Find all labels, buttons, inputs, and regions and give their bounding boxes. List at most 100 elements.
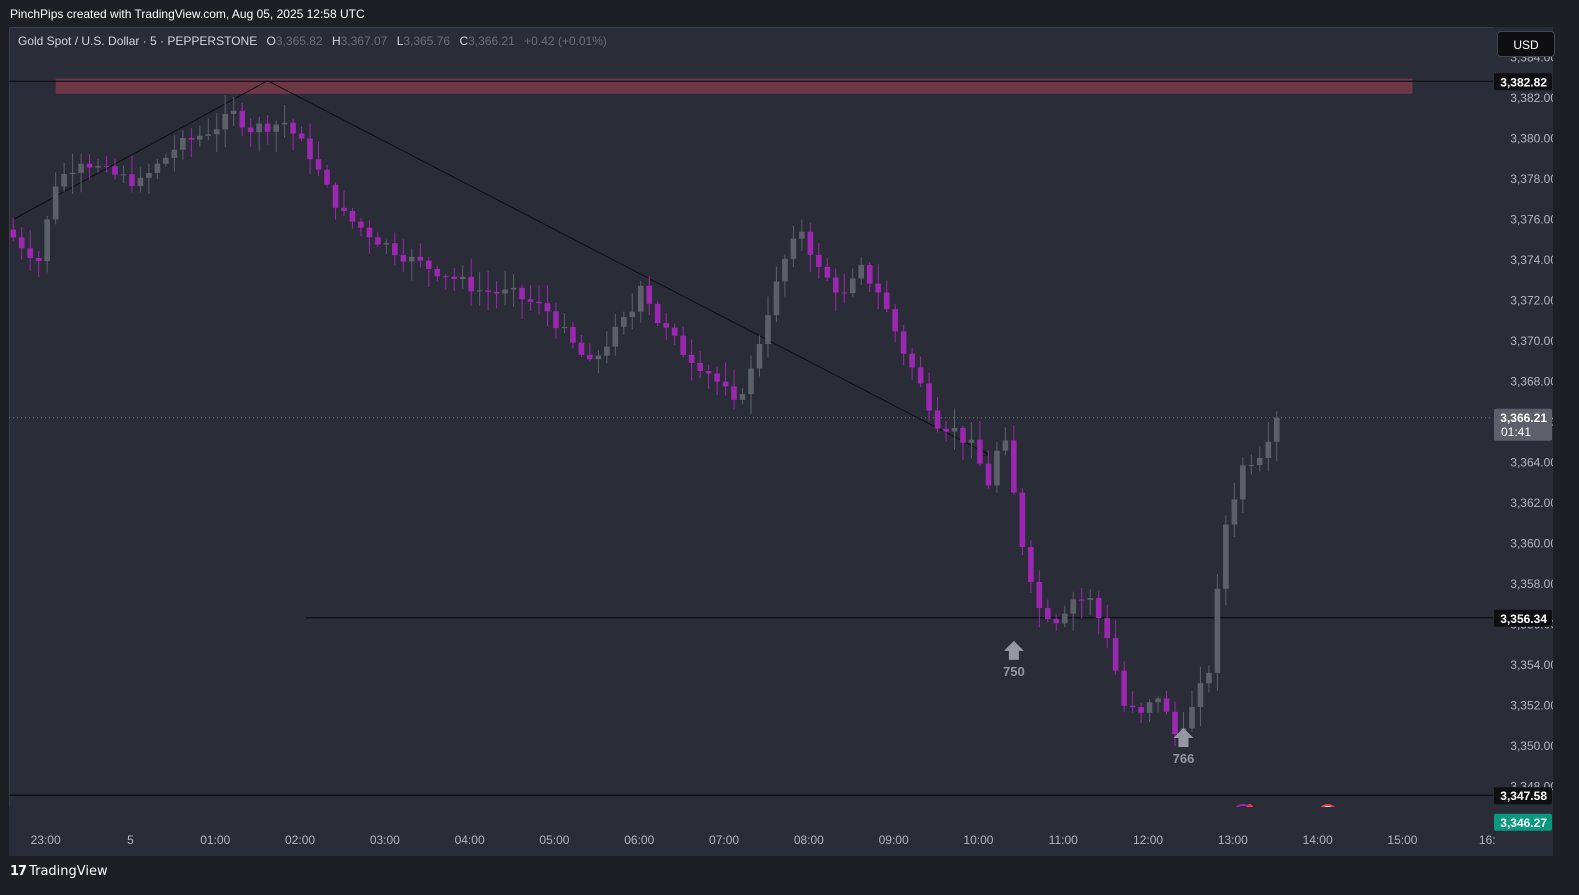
candle-body: [366, 227, 373, 238]
candle: [765, 296, 771, 358]
candle: [697, 351, 703, 379]
candle-body: [154, 163, 161, 174]
candle-body: [799, 231, 805, 239]
candle-body: [1257, 457, 1263, 466]
footer: 17 TradingView: [0, 857, 1579, 895]
candle-body: [256, 123, 262, 133]
open-key: O: [266, 34, 276, 48]
price-label-1: 3,366.21: [1500, 411, 1547, 425]
price-label-3: 3,347.58: [1500, 789, 1547, 803]
candle-body: [1036, 581, 1043, 609]
trend-line-0: [13, 80, 268, 220]
y-tick-label: 3,372.00: [1510, 294, 1553, 308]
candle-body: [1265, 441, 1272, 458]
candle: [281, 104, 288, 138]
candle: [35, 250, 42, 278]
candle-body: [1061, 613, 1068, 624]
candle-body: [163, 157, 169, 164]
candle: [366, 220, 373, 254]
candle: [748, 355, 754, 414]
candle-body: [332, 184, 339, 208]
candle-body: [273, 124, 279, 132]
candle-body: [1206, 672, 1212, 684]
candle-body: [442, 276, 449, 278]
x-tick-label: 10:00: [963, 833, 993, 847]
countdown-label: 01:41: [1501, 425, 1531, 439]
candle-body: [52, 186, 59, 220]
candle: [171, 135, 178, 172]
candle: [604, 331, 610, 364]
candle: [1070, 591, 1077, 631]
x-tick-label: 15:00: [1387, 833, 1417, 847]
candle: [612, 313, 619, 356]
candle: [137, 167, 144, 193]
trend-line-1: [267, 80, 989, 455]
candle-body: [1189, 707, 1195, 729]
candle-body: [222, 113, 229, 130]
candle-body: [476, 290, 483, 292]
candle: [849, 268, 856, 297]
price-label-0: 3,382.82: [1500, 75, 1547, 89]
line-layer: [9, 80, 1493, 796]
candle-body: [663, 323, 669, 328]
price-label-4: 3,346.27: [1500, 816, 1547, 830]
candle-body: [985, 463, 992, 486]
candle-body: [434, 268, 441, 277]
candle: [985, 450, 992, 489]
candle: [256, 116, 262, 152]
candle-body: [205, 134, 212, 136]
candle: [400, 239, 407, 272]
candle-body: [1248, 465, 1255, 467]
candle-body: [459, 276, 466, 280]
candle-body: [1214, 588, 1221, 673]
candle: [1087, 589, 1093, 616]
candle-body: [595, 355, 602, 360]
candle: [519, 284, 525, 320]
candle-body: [264, 123, 271, 132]
candle: [434, 265, 441, 282]
symbol-title[interactable]: Gold Spot / U.S. Dollar · 5 · PEPPERSTON…: [18, 34, 257, 48]
candle: [510, 274, 517, 307]
candle-body: [629, 311, 636, 318]
candle: [1265, 421, 1272, 472]
candle-body: [833, 277, 839, 293]
candle: [917, 356, 924, 388]
x-tick-label: 13:00: [1218, 833, 1248, 847]
candle: [112, 158, 118, 180]
candle-body: [544, 303, 551, 312]
candle-body: [527, 299, 534, 302]
candle: [900, 324, 907, 366]
price-chart[interactable]: 750766 3,384.003,382.003,380.003,378.003…: [9, 27, 1553, 856]
y-tick-label: 3,350.00: [1510, 739, 1553, 753]
candle: [934, 397, 941, 433]
candle: [663, 312, 669, 340]
candle-body: [739, 394, 746, 400]
close-key: C: [459, 34, 469, 48]
candle: [1104, 604, 1110, 648]
candle-body: [654, 303, 661, 324]
candle-body: [1095, 598, 1102, 619]
x-tick-label: 23:00: [31, 833, 61, 847]
tradingview-logo[interactable]: 17 TradingView: [10, 864, 108, 879]
price-label-2: 3,356.34: [1500, 612, 1547, 626]
candle-body: [10, 229, 17, 238]
candle-body: [1240, 465, 1246, 500]
candle-body: [1104, 618, 1110, 639]
candle: [816, 243, 822, 279]
candle: [756, 335, 763, 377]
candle-body: [1112, 638, 1119, 671]
candle: [230, 97, 237, 127]
candle: [671, 323, 678, 346]
candle: [180, 130, 186, 160]
marker-label-1: 766: [1173, 751, 1195, 766]
candle: [1045, 599, 1051, 623]
candle: [629, 293, 636, 330]
y-tick-label: 3,374.00: [1510, 253, 1553, 267]
candle: [1053, 614, 1060, 632]
candle: [78, 153, 84, 193]
candle-body: [714, 373, 720, 382]
candle: [1223, 515, 1229, 606]
candle-body: [977, 439, 983, 464]
currency-button[interactable]: USD: [1497, 31, 1555, 57]
candle: [1155, 696, 1161, 713]
